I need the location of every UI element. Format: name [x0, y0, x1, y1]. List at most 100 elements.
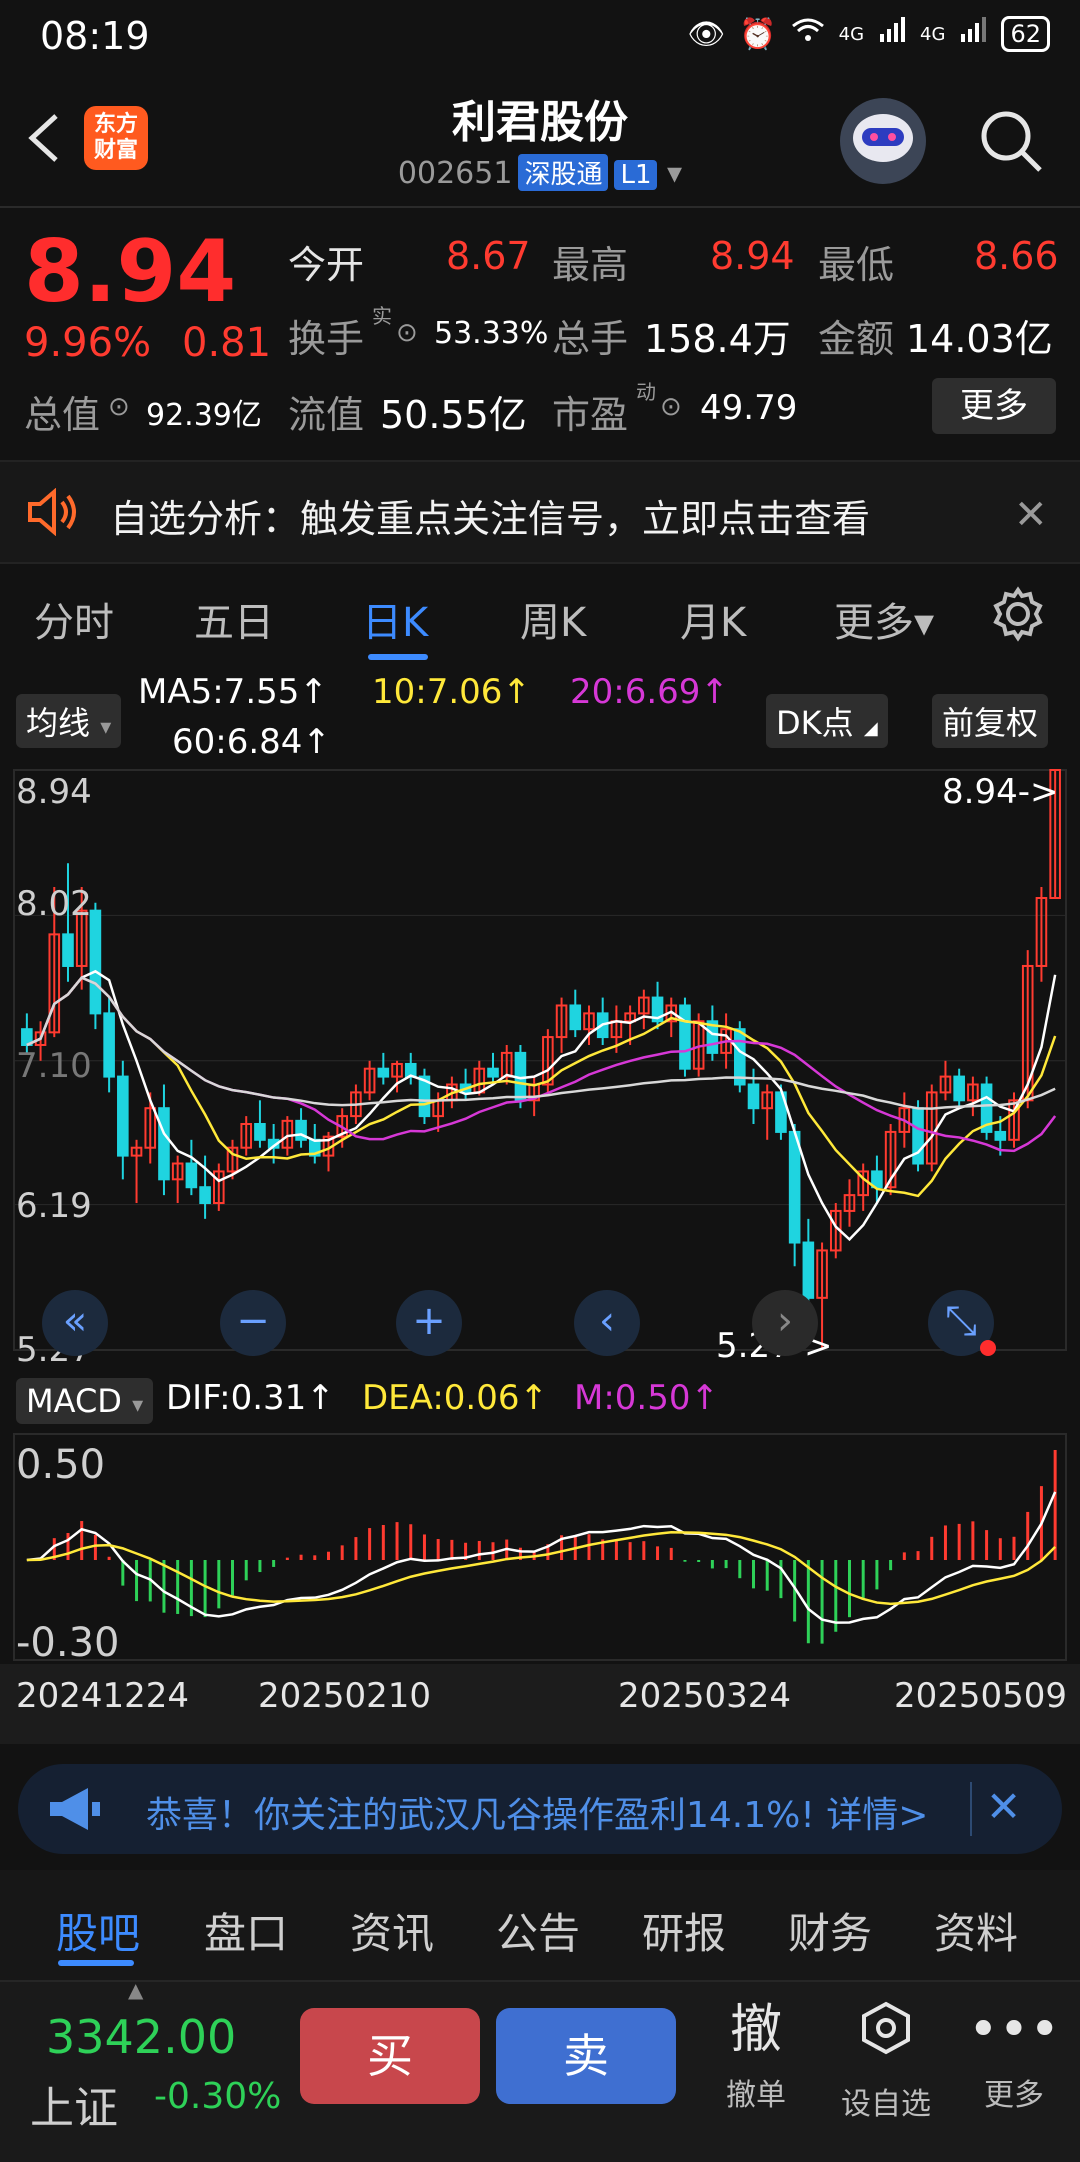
tag-sgt: 深股通: [518, 154, 609, 191]
chevron-up-icon[interactable]: ▲: [128, 1978, 143, 2002]
macd-tick-top: 0.50: [16, 1442, 106, 1488]
candle: [994, 1130, 1007, 1141]
tab-monthly-k[interactable]: 月K: [680, 590, 746, 648]
megaphone-icon: [44, 1784, 104, 1838]
zoom-out-icon[interactable]: −: [220, 1290, 286, 1356]
signal-icon-1: [878, 16, 906, 52]
indicator-selector[interactable]: MACD ▾: [16, 1378, 154, 1424]
tab-more[interactable]: 更多▾: [834, 590, 934, 648]
tab-news[interactable]: 资讯: [350, 1900, 434, 1961]
close-icon[interactable]: ✕: [986, 1782, 1021, 1831]
amount-label: 金额: [818, 317, 895, 361]
date-tick-3: 20250324: [618, 1676, 792, 1716]
high-label: 最高: [552, 243, 629, 287]
info-icon[interactable]: ⊙: [108, 392, 130, 422]
candle: [254, 1123, 266, 1141]
notice-text: 恭喜！你关注的武汉凡谷操作盈利14.1%! 详情>: [146, 1795, 929, 1836]
cancel-label: 撤单: [726, 2078, 786, 2113]
dea-line: [26, 1531, 1057, 1606]
tab-intraday[interactable]: 分时: [34, 590, 114, 648]
y-tick-4: 6.19: [16, 1186, 92, 1226]
candle: [117, 1075, 129, 1157]
status-time: 08:19: [40, 14, 150, 58]
divider: [0, 206, 1080, 208]
tab-announcements[interactable]: 公告: [496, 1900, 580, 1961]
float-value: 50.55亿: [380, 393, 527, 437]
info-icon[interactable]: ⊙: [660, 392, 682, 422]
sell-button[interactable]: 卖: [496, 2008, 676, 2104]
stock-code: 002651: [397, 156, 513, 191]
index-change: -0.30%: [154, 2076, 282, 2117]
ma10-value: 10:7.06↑: [372, 672, 531, 712]
volume-value: 158.4万: [644, 317, 791, 361]
trade-bar: ▲ 3342.00 上证 -0.30% 买 卖 撤 撤单 设自选 ••• 更多: [0, 1978, 1080, 2162]
candle: [747, 1083, 760, 1110]
macd-chart[interactable]: [0, 1430, 1080, 1690]
ma5-value: MA5:7.55↑: [138, 672, 328, 712]
alarm-icon: ⏰: [739, 16, 777, 52]
dk-point-button[interactable]: DK点 ◢: [766, 694, 888, 748]
index-value[interactable]: 3342.00: [46, 2010, 236, 2064]
ma60-line: [26, 976, 1056, 1110]
low-label: 最低: [818, 243, 895, 287]
tab-guba[interactable]: 股吧: [56, 1900, 140, 1961]
add-watchlist-button[interactable]: 设自选: [826, 2000, 946, 2123]
watchlist-label: 设自选: [841, 2087, 931, 2122]
tab-five-day[interactable]: 五日: [194, 590, 274, 648]
fast-back-icon[interactable]: «: [42, 1290, 108, 1356]
buy-button[interactable]: 买: [300, 2008, 480, 2104]
info-icon[interactable]: ⊙: [396, 318, 418, 348]
chevron-left-icon[interactable]: ‹: [574, 1290, 640, 1356]
change-value: 0.81: [182, 320, 272, 366]
tab-profile[interactable]: 资料: [934, 1900, 1018, 1961]
open-value: 8.67: [446, 234, 531, 278]
date-tick-4: 20250509: [894, 1676, 1068, 1716]
gear-icon[interactable]: [990, 586, 1046, 646]
chevron-down-icon[interactable]: ▾: [667, 156, 682, 191]
candle: [569, 1004, 582, 1031]
profit-notice[interactable]: 恭喜！你关注的武汉凡谷操作盈利14.1%! 详情> ✕: [18, 1764, 1062, 1854]
date-tick-2: 20250210: [258, 1676, 432, 1716]
chevron-right-icon[interactable]: ›: [752, 1290, 818, 1356]
tab-finance[interactable]: 财务: [788, 1900, 872, 1961]
macd-dea: DEA:0.06↑: [362, 1378, 548, 1418]
macd-m: M:0.50↑: [574, 1378, 719, 1418]
pe-sup: 动: [636, 380, 656, 404]
pe-value: 49.79: [700, 388, 798, 428]
candle: [487, 1067, 499, 1078]
assistant-avatar[interactable]: [840, 98, 926, 184]
candle: [802, 1241, 815, 1299]
max-price-marker: 8.94->: [942, 772, 1059, 812]
tab-daily-k[interactable]: 日K: [362, 590, 428, 648]
signal-icon-2: [959, 16, 987, 52]
y-tick-2: 8.02: [16, 884, 92, 924]
cancel-order-button[interactable]: 撤 撤单: [696, 2000, 816, 2114]
status-icons: 👁 ⏰ 4G 4G 62: [687, 16, 1050, 52]
tab-research[interactable]: 研报: [642, 1900, 726, 1961]
tab-weekly-k[interactable]: 周K: [520, 590, 586, 648]
search-icon[interactable]: [976, 106, 1046, 176]
cancel-icon: 撤: [729, 2000, 782, 2060]
kline-chart[interactable]: [0, 760, 1080, 1400]
high-value: 8.94: [710, 234, 795, 278]
macd-dif: DIF:0.31↑: [166, 1378, 335, 1418]
adjust-button[interactable]: 前复权: [932, 694, 1049, 748]
close-icon[interactable]: ✕: [1014, 492, 1048, 538]
candle: [788, 1130, 801, 1244]
index-name: 上证: [30, 2083, 118, 2134]
low-value: 8.66: [974, 234, 1059, 278]
active-tab-indicator: [58, 1960, 134, 1966]
float-label: 流值: [288, 393, 365, 437]
ma-selector[interactable]: 均线 ▾: [16, 694, 122, 748]
analysis-banner[interactable]: 自选分析：触发重点关注信号，立即点击查看 ✕: [0, 460, 1080, 564]
more-actions-button[interactable]: ••• 更多: [954, 2000, 1074, 2114]
zoom-in-icon[interactable]: +: [396, 1290, 462, 1356]
tab-pankou[interactable]: 盘口: [204, 1900, 288, 1961]
tag-l1: L1: [614, 160, 658, 190]
candle: [953, 1075, 965, 1102]
turnover-sup: 实: [372, 304, 392, 328]
dk-label: DK点: [776, 704, 854, 742]
chevron-down-icon: ▾: [100, 715, 112, 740]
more-button[interactable]: 更多: [932, 378, 1056, 434]
open-label: 今开: [288, 243, 365, 287]
